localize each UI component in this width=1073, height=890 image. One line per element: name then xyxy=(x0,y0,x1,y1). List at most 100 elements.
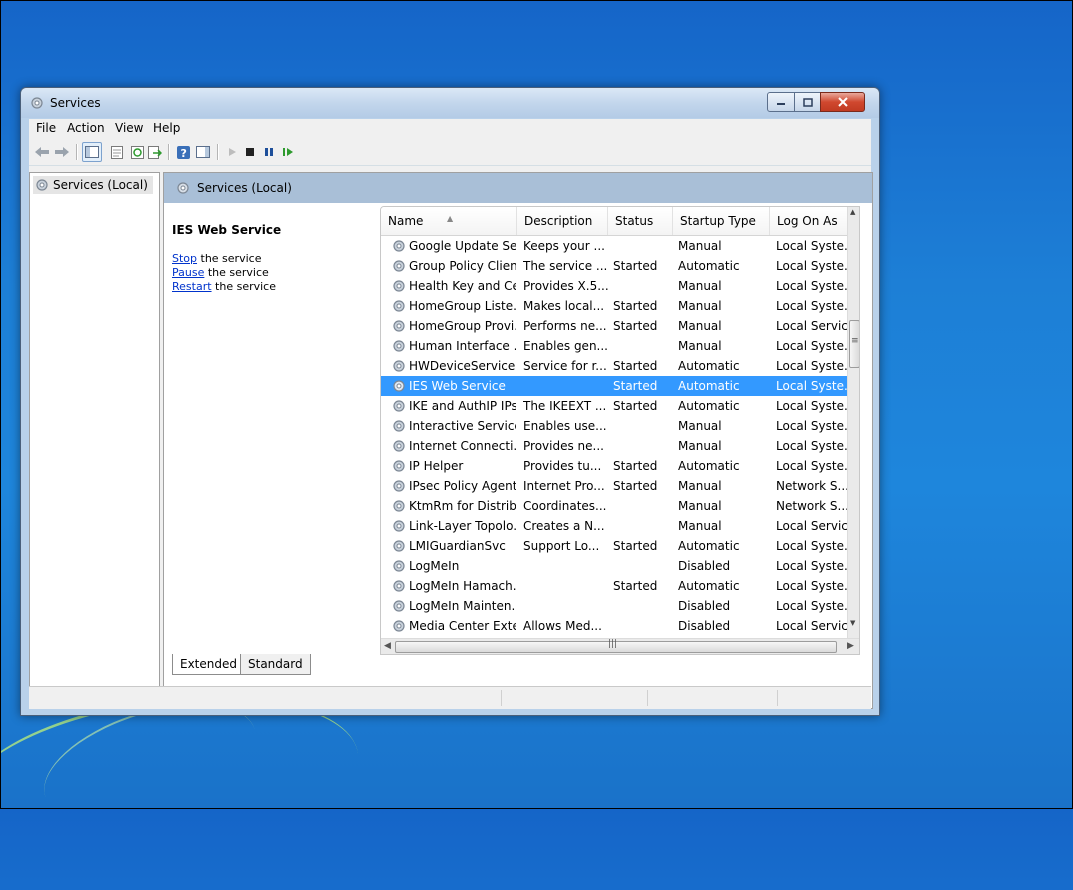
show-hide-action-pane-button[interactable] xyxy=(194,143,212,161)
title-bar[interactable]: Services xyxy=(21,88,879,118)
close-button[interactable] xyxy=(820,92,865,112)
table-row[interactable]: Interactive Service... Enables use... Manu… xyxy=(381,416,848,436)
table-row[interactable]: Human Interface ... Enables gen... Manual L… xyxy=(381,336,848,356)
table-row[interactable]: Internet Connecti... Provides ne... Manual… xyxy=(381,436,848,456)
service-gear-icon xyxy=(393,480,405,492)
startup-type-cell: Manual xyxy=(678,339,722,353)
service-gear-icon xyxy=(393,500,405,512)
stop-service-button[interactable] xyxy=(241,143,259,161)
status-divider xyxy=(501,690,502,706)
table-row[interactable]: HomeGroup Provi... Performs ne... Started M… xyxy=(381,316,848,336)
pause-link[interactable]: Pause xyxy=(172,266,204,279)
console-client-area: Services (Local) Services (Local) IES We… xyxy=(29,166,873,709)
tree-item-services-local[interactable]: Services (Local) xyxy=(33,176,153,194)
action-pause: Pause the service xyxy=(172,266,269,280)
status-bar xyxy=(29,686,871,709)
service-name-text: Health Key and Ce... xyxy=(409,279,516,293)
startup-type-cell: Manual xyxy=(678,519,722,533)
start-service-icon xyxy=(229,148,236,156)
forward-button[interactable] xyxy=(53,143,71,161)
service-name-cell: Group Policy Client xyxy=(392,256,516,276)
scroll-up-icon[interactable]: ▲ xyxy=(850,208,855,216)
service-gear-icon xyxy=(393,440,405,452)
column-header-description[interactable]: Description xyxy=(517,207,608,235)
service-name-cell: HWDeviceService.... xyxy=(392,356,516,376)
description-cell: Coordinates... xyxy=(523,499,607,513)
console-tree: Services (Local) xyxy=(29,172,160,687)
service-name-cell: Interactive Service... xyxy=(392,416,516,436)
table-row[interactable]: LogMeIn Hamach... Started Automatic Local S… xyxy=(381,576,848,596)
tab-extended[interactable]: Extended xyxy=(172,654,245,675)
log-on-as-cell: Local Service xyxy=(776,619,848,633)
table-row[interactable]: HWDeviceService.... Service for r... Start… xyxy=(381,356,848,376)
table-row[interactable]: IP Helper Provides tu... Started Automatic L… xyxy=(381,456,848,476)
table-row[interactable]: Google Update Se... Keeps your ... Manual L… xyxy=(381,236,848,256)
status-divider xyxy=(777,690,778,706)
start-service-button[interactable] xyxy=(223,143,241,161)
startup-type-cell: Manual xyxy=(678,319,722,333)
table-row[interactable]: LMIGuardianSvc Support Lo... Started Automa… xyxy=(381,536,848,556)
description-cell: Service for r... xyxy=(523,359,607,373)
maximize-button[interactable] xyxy=(794,92,821,112)
log-on-as-cell: Local Syste... xyxy=(776,239,848,253)
scroll-left-icon[interactable]: ◀ xyxy=(384,641,391,651)
menu-view[interactable]: View xyxy=(115,121,143,135)
scroll-right-icon[interactable]: ▶ xyxy=(847,641,854,651)
column-header-startup-type[interactable]: Startup Type xyxy=(673,207,770,235)
table-row[interactable]: Link-Layer Topolo... Creates a N... Manual… xyxy=(381,516,848,536)
vertical-scrollbar[interactable]: ▲ ≡ ▼ xyxy=(847,207,859,638)
export-list-button[interactable] xyxy=(146,143,164,161)
table-row[interactable]: IES Web Service Started Automatic Local Sys… xyxy=(381,376,848,396)
column-header-log-on-as[interactable]: Log On As xyxy=(770,207,847,235)
table-row[interactable]: Media Center Exte... Allows Med... Disable… xyxy=(381,616,848,636)
back-button[interactable] xyxy=(33,143,51,161)
service-name-cell: Human Interface ... xyxy=(392,336,516,356)
service-gear-icon xyxy=(393,300,405,312)
column-header-status[interactable]: Status xyxy=(608,207,673,235)
restart-link[interactable]: Restart xyxy=(172,280,212,293)
description-cell: The service ... xyxy=(523,259,608,273)
horizontal-scrollbar[interactable]: ◀ ||| ▶ xyxy=(381,638,859,654)
startup-type-cell: Manual xyxy=(678,239,722,253)
table-row[interactable]: IPsec Policy Agent Internet Pro... Started… xyxy=(381,476,848,496)
help-button[interactable]: ? xyxy=(174,143,192,161)
refresh-button[interactable] xyxy=(128,143,146,161)
log-on-as-cell: Local Syste... xyxy=(776,379,848,393)
vertical-scroll-thumb[interactable]: ≡ xyxy=(849,320,859,368)
resume-service-button[interactable] xyxy=(279,143,297,161)
service-name-cell: HomeGroup Liste... xyxy=(392,296,516,316)
horizontal-scroll-thumb[interactable]: ||| xyxy=(395,639,837,653)
log-on-as-cell: Local Syste... xyxy=(776,599,848,613)
service-name-text: IPsec Policy Agent xyxy=(409,479,516,493)
stop-link[interactable]: Stop xyxy=(172,252,197,265)
service-name-text: HomeGroup Provi... xyxy=(409,319,516,333)
minimize-button[interactable] xyxy=(767,92,795,112)
show-hide-console-tree-button[interactable] xyxy=(82,142,102,162)
table-row[interactable]: LogMeIn Mainten... Disabled Local Syste... xyxy=(381,596,848,616)
column-header-name[interactable]: ▲ Name xyxy=(381,207,517,235)
description-cell: The IKEEXT ... xyxy=(523,399,607,413)
startup-type-cell: Automatic xyxy=(678,539,740,553)
properties-button[interactable] xyxy=(108,143,126,161)
menu-help[interactable]: Help xyxy=(153,121,180,135)
status-cell: Started xyxy=(613,539,658,553)
toolbar-separator xyxy=(76,144,78,160)
table-row[interactable]: Group Policy Client The service ... Starte… xyxy=(381,256,848,276)
menu-file[interactable]: File xyxy=(36,121,56,135)
table-row[interactable]: LogMeIn Disabled Local Syste... xyxy=(381,556,848,576)
scroll-down-icon[interactable]: ▼ xyxy=(850,619,855,627)
startup-type-cell: Manual xyxy=(678,479,722,493)
console-tree-icon xyxy=(85,146,99,158)
pause-service-button[interactable] xyxy=(260,143,278,161)
startup-type-cell: Automatic xyxy=(678,359,740,373)
table-row[interactable]: KtmRm for Distrib... Coordinates... Manual… xyxy=(381,496,848,516)
service-gear-icon xyxy=(393,360,405,372)
tab-standard[interactable]: Standard xyxy=(240,654,311,675)
menu-action[interactable]: Action xyxy=(67,121,105,135)
list-header: ▲ Name Description Status Startup Type Lo… xyxy=(381,207,847,236)
table-row[interactable]: HomeGroup Liste... Makes local... Started M… xyxy=(381,296,848,316)
table-row[interactable]: Health Key and Ce... Provides X.5... Manua… xyxy=(381,276,848,296)
table-row[interactable]: IKE and AuthIP IPs... The IKEEXT ... Start… xyxy=(381,396,848,416)
service-gear-icon xyxy=(393,520,405,532)
status-cell: Started xyxy=(613,379,658,393)
